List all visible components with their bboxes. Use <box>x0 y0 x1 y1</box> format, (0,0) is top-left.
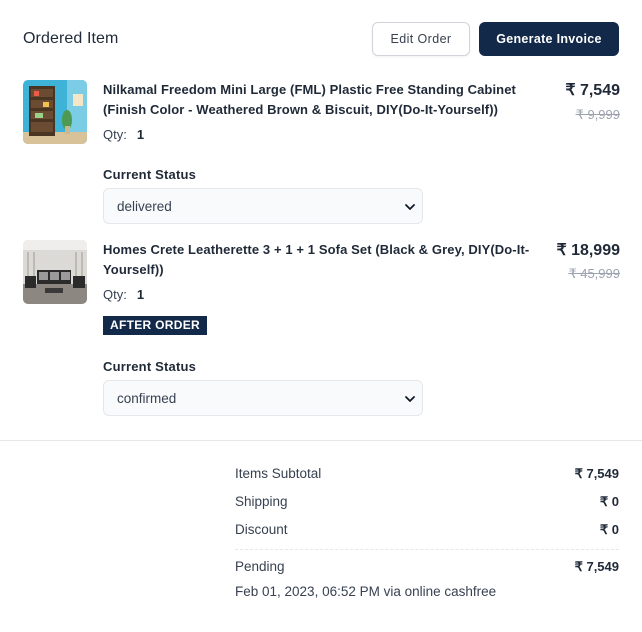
quantity-label: Qty: <box>103 127 127 142</box>
payment-info: Feb 01, 2023, 06:52 PM via online cashfr… <box>235 584 497 599</box>
after-order-badge: AFTER ORDER <box>103 316 207 335</box>
summary-row-shipping: Shipping ₹ 0 <box>235 494 619 514</box>
section-divider <box>0 440 642 441</box>
status-select[interactable]: delivered <box>103 188 423 224</box>
status-select[interactable]: confirmed <box>103 380 423 416</box>
payment-status-row: Pending ₹ 7,549 <box>235 559 619 579</box>
section-title: Ordered Item <box>23 30 119 47</box>
payment-amount: ₹ 7,549 <box>574 559 619 574</box>
ordered-item-header: Ordered Item Edit Order Generate Invoice <box>23 22 620 56</box>
summary-divider <box>235 549 619 550</box>
product-original-price: ₹ 45,999 <box>568 266 620 281</box>
product-name[interactable]: Homes Crete Leatherette 3 + 1 + 1 Sofa S… <box>103 240 553 280</box>
summary-value: ₹ 0 <box>599 522 619 537</box>
generate-invoice-button[interactable]: Generate Invoice <box>479 22 619 56</box>
summary-value: ₹ 7,549 <box>574 466 619 481</box>
summary-row-discount: Discount ₹ 0 <box>235 522 619 542</box>
summary-label: Shipping <box>235 494 288 509</box>
edit-order-button[interactable]: Edit Order <box>372 22 470 56</box>
product-price: ₹ 7,549 <box>565 82 620 99</box>
product-quantity: Qty: 1 <box>103 127 144 142</box>
quantity-value: 1 <box>136 127 145 142</box>
product-original-price: ₹ 9,999 <box>575 107 620 122</box>
quantity-label: Qty: <box>103 287 127 302</box>
summary-label: Items Subtotal <box>235 466 322 481</box>
quantity-value: 1 <box>136 287 145 302</box>
payment-status: Pending <box>235 559 285 574</box>
status-selected-value: delivered <box>117 199 172 214</box>
summary-label: Discount <box>235 522 288 537</box>
cabinet-product-image[interactable] <box>23 80 87 144</box>
current-status-label: Current Status <box>103 359 197 374</box>
sofa-product-image[interactable] <box>23 240 87 304</box>
current-status-label: Current Status <box>103 167 197 182</box>
chevron-down-icon <box>405 204 415 210</box>
summary-row-subtotal: Items Subtotal ₹ 7,549 <box>235 466 619 486</box>
product-quantity: Qty: 1 <box>103 287 144 302</box>
status-selected-value: confirmed <box>117 391 177 406</box>
product-price: ₹ 18,999 <box>556 242 620 259</box>
chevron-down-icon <box>405 396 415 402</box>
product-name[interactable]: Nilkamal Freedom Mini Large (FML) Plasti… <box>103 80 553 120</box>
summary-value: ₹ 0 <box>599 494 619 509</box>
